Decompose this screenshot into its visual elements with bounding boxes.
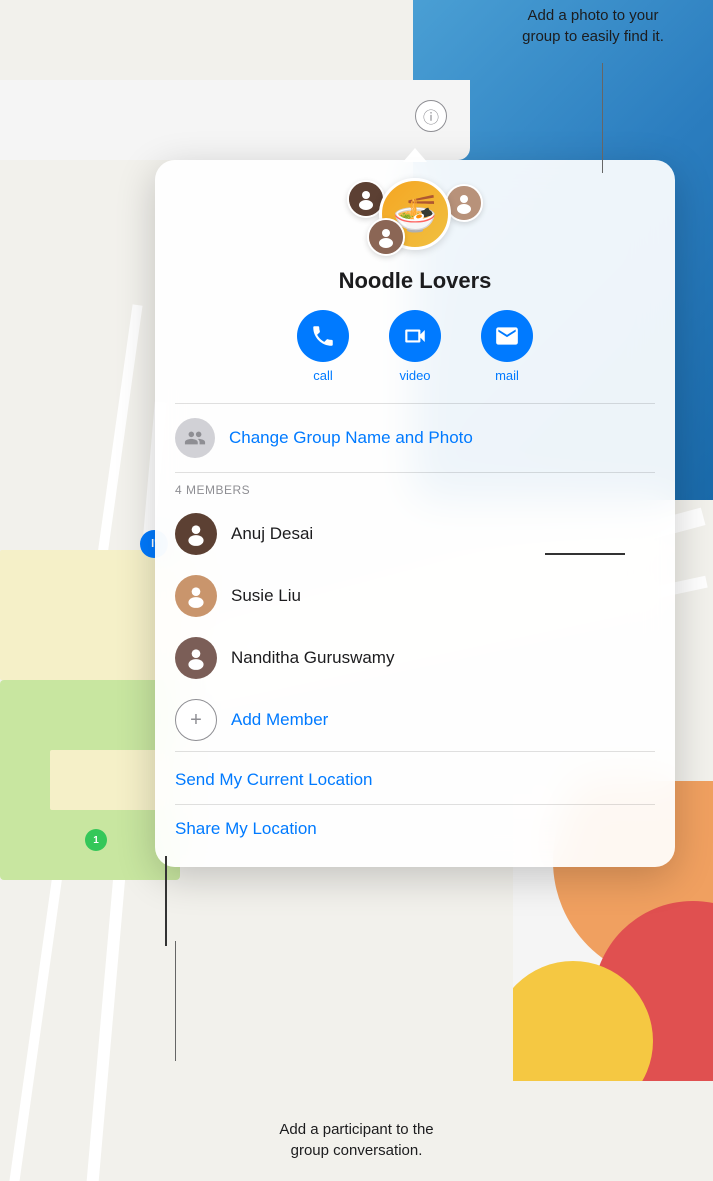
mail-icon: [481, 310, 533, 362]
annotation-line-add-member: [165, 856, 167, 946]
location-section: Send My Current Location Share My Locati…: [155, 752, 675, 857]
annotation-line-group-name: [545, 553, 625, 555]
video-button[interactable]: video: [389, 310, 441, 383]
member-name-1: Anuj Desai: [231, 524, 313, 544]
add-member-label: Add Member: [231, 710, 328, 730]
green-map-marker: 1: [85, 829, 107, 851]
call-label: call: [313, 368, 333, 383]
change-group-label: Change Group Name and Photo: [229, 428, 473, 448]
tooltip-bottom: Add a participant to the group conversat…: [247, 1119, 467, 1161]
send-location-button[interactable]: Send My Current Location: [155, 756, 675, 804]
top-panel: [0, 80, 470, 160]
group-icon: [175, 418, 215, 458]
info-button[interactable]: ⓘ: [415, 100, 447, 132]
change-group-row[interactable]: Change Group Name and Photo: [155, 404, 675, 472]
info-icon: ⓘ: [423, 104, 439, 128]
member-avatar-3: [175, 637, 217, 679]
video-icon: [389, 310, 441, 362]
video-label: video: [399, 368, 430, 383]
member-row-3[interactable]: Nanditha Guruswamy: [155, 627, 675, 689]
mail-label: mail: [495, 368, 519, 383]
action-buttons-row: call video mail: [155, 310, 675, 403]
modal-card: 🍜 Noodle Lovers call video: [155, 160, 675, 867]
group-name: Noodle Lovers: [155, 260, 675, 310]
tooltip-top: Add a photo to your group to easily find…: [493, 5, 693, 47]
member-avatar-1: [175, 513, 217, 555]
member-row-2[interactable]: Susie Liu: [155, 565, 675, 627]
share-location-button[interactable]: Share My Location: [155, 805, 675, 853]
add-member-row[interactable]: + Add Member: [155, 689, 675, 751]
annotation-line-top: [602, 63, 603, 173]
members-header: 4 MEMBERS: [155, 473, 675, 503]
mail-button[interactable]: mail: [481, 310, 533, 383]
call-icon: [297, 310, 349, 362]
call-button[interactable]: call: [297, 310, 349, 383]
avatar-member-3: [367, 218, 405, 256]
member-name-3: Nanditha Guruswamy: [231, 648, 394, 668]
member-avatar-2: [175, 575, 217, 617]
add-member-icon: +: [175, 699, 217, 741]
annotation-line-bottom: [175, 941, 176, 1061]
member-name-2: Susie Liu: [231, 586, 301, 606]
member-row-1[interactable]: Anuj Desai: [155, 503, 675, 565]
avatar-group: 🍜: [155, 160, 675, 260]
